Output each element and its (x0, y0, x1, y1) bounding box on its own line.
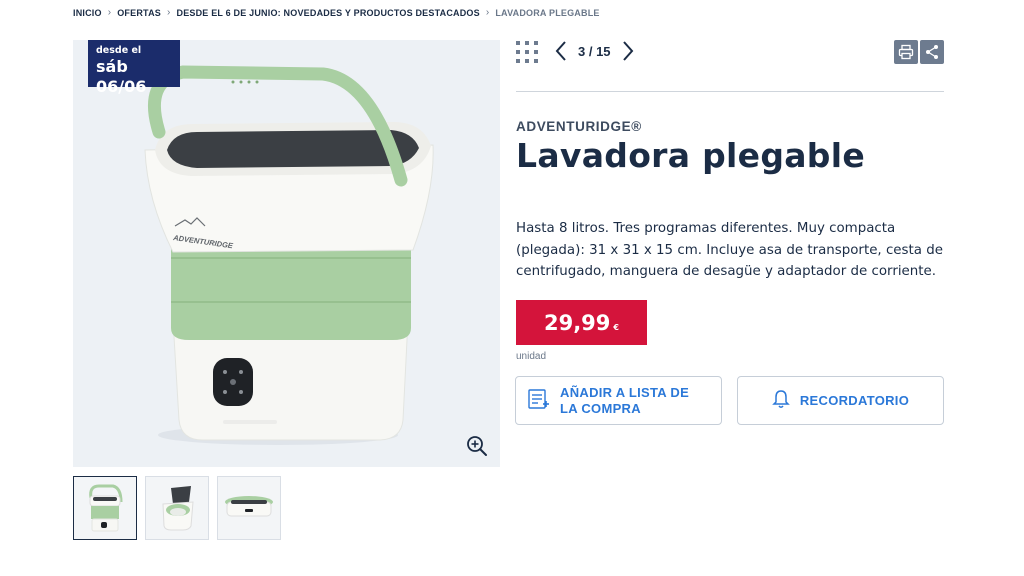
breadcrumb-ofertas[interactable]: OFERTAS (117, 8, 161, 18)
breadcrumb: INICIO › OFERTAS › DESDE EL 6 DE JUNIO: … (73, 7, 600, 18)
product-toolbar: 3 / 15 (516, 40, 944, 92)
thumbnail-strip (73, 476, 281, 540)
thumbnail-1[interactable] (73, 476, 137, 540)
grid-icon[interactable] (516, 41, 538, 63)
price-amount: 29,99 (543, 310, 611, 335)
shopping-list-icon (528, 388, 550, 413)
chevron-right-icon: › (166, 7, 171, 18)
breadcrumb-current: LAVADORA PLEGABLE (495, 7, 600, 18)
product-title: Lavadora plegable (516, 136, 866, 175)
date-badge: desde el sáb 06/06 (88, 40, 180, 96)
product-main-image[interactable]: ADVENTURIDGE desde el sáb 06/06 (73, 40, 500, 467)
reminder-label: RECORDATORIO (799, 392, 910, 408)
breadcrumb-inicio[interactable]: INICIO (73, 8, 102, 18)
reminder-button[interactable]: RECORDATORIO (737, 376, 944, 425)
product-description: Hasta 8 litros. Tres programas diferente… (516, 221, 943, 279)
date-badge-line2: sáb 06/06 (96, 57, 147, 96)
breadcrumb-category[interactable]: DESDE EL 6 DE JUNIO: NOVEDADES Y PRODUCT… (177, 8, 480, 18)
image-pager: 3 / 15 (554, 40, 635, 62)
chevron-right-icon: › (485, 7, 490, 18)
tool-buttons (894, 40, 944, 64)
price-currency: € (613, 322, 619, 332)
price-unit: unidad (516, 351, 547, 362)
date-badge-line1: desde el (96, 45, 142, 56)
thumbnail-2[interactable] (145, 476, 209, 540)
pager-count: 3 / 15 (578, 43, 611, 59)
price-box: 29,99 € (516, 300, 647, 345)
add-to-list-button[interactable]: AÑADIR A LISTA DE LA COMPRA (515, 376, 722, 425)
share-icon[interactable] (920, 40, 944, 64)
chevron-right-icon: › (107, 7, 112, 18)
product-photo: ADVENTURIDGE (144, 65, 434, 445)
chevron-right-icon[interactable] (621, 40, 635, 62)
zoom-in-icon[interactable] (466, 435, 488, 457)
print-icon[interactable] (894, 40, 918, 64)
product-brand: ADVENTURIDGE® (516, 119, 642, 134)
thumbnail-3[interactable] (217, 476, 281, 540)
add-to-list-label: AÑADIR A LISTA DE LA COMPRA (560, 384, 690, 416)
chevron-left-icon[interactable] (554, 40, 568, 62)
bell-icon (772, 389, 790, 413)
